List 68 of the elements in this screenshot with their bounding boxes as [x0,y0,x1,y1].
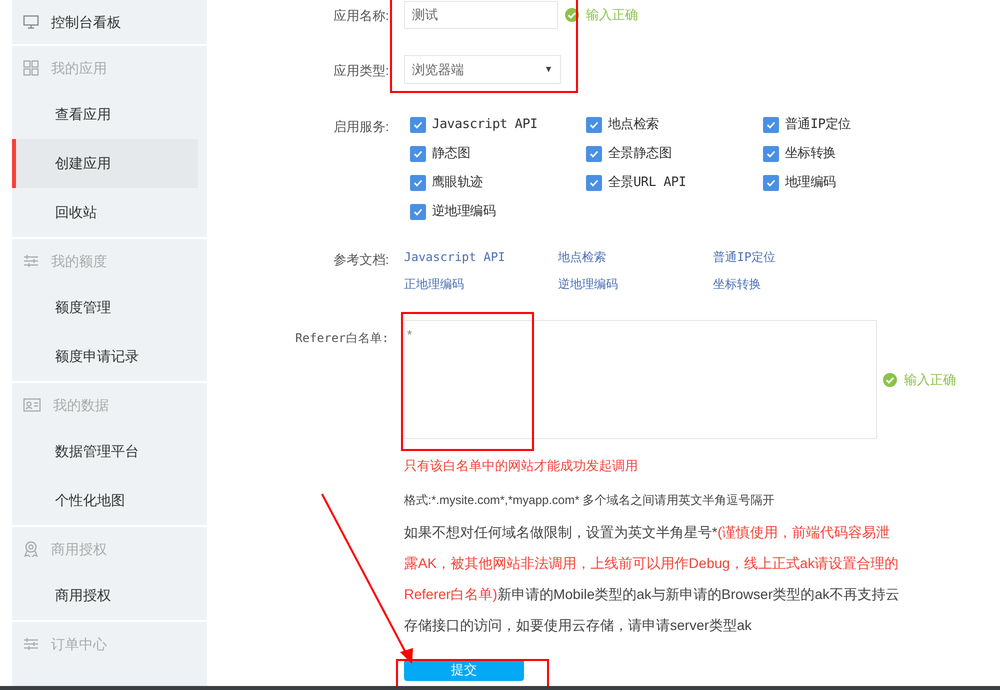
checkmark-icon [589,178,599,188]
doc-link[interactable]: Javascript API [404,248,506,266]
sidebar-item[interactable]: 回收站 [12,188,198,237]
sidebar-section-title[interactable]: 控制台看板 [51,12,121,32]
field-label: 应用类型: [333,63,389,78]
checkmark-icon [766,149,776,159]
checkbox-label: Javascript API [432,116,538,134]
instruction-paragraph: 如果不想对任何域名做限制，设置为英文半角星号*(谨慎使用，前端代码容易泄露AK，被其他网站非法调用，上线前可以用作Debug，线上正式ak请设置合理的Referer白名单)新申请的Mobile类型的ak与新申请的Browser类型的ak不再支持云存储接口的访问，如要使用云存储，请申请server类型ak [404,522,901,634]
sliders-icon [23,638,39,650]
checkmark-icon [589,149,599,159]
checkbox[interactable] [410,204,426,220]
app-type-select[interactable]: 浏览器端 ▼ [404,55,561,84]
field-label: 启用服务: [333,119,389,134]
checkbox[interactable] [763,175,779,191]
checkbox[interactable] [763,117,779,133]
validation-message: 输入正确 [904,370,956,389]
checkmark-icon [766,120,776,130]
doc-link[interactable]: 正地理编码 [404,275,464,293]
checkmark-icon [589,120,599,130]
checkbox-label: 坐标转换 [785,145,836,164]
checkbox[interactable] [586,175,602,191]
field-label: 参考文档: [333,252,389,267]
submit-button[interactable]: 提交 [404,658,524,680]
format-hint: 格式:*.mysite.com*,*myapp.com* 多个域名之间请用英文半角逗号隔开 [404,492,776,508]
checkmark-icon [413,178,423,188]
checkbox[interactable] [763,146,779,162]
sidebar-item[interactable]: 创建应用 [12,139,198,188]
success-check-icon [883,372,897,386]
checkbox[interactable] [586,146,602,162]
field-label: Referer白名单: [295,331,389,345]
checkbox[interactable] [586,117,602,133]
checkmark-icon [413,207,423,217]
checkbox-label: 地理编码 [785,174,836,192]
monitor-icon [23,15,39,29]
doc-link[interactable]: 地点检索 [558,248,606,266]
checkbox-label: 普通IP定位 [785,116,851,134]
field-label: 应用名称: [333,8,389,23]
award-icon [23,541,39,557]
doc-link[interactable]: 逆地理编码 [558,275,618,293]
checkbox[interactable] [410,175,426,191]
checkmark-icon [413,120,423,130]
grid-icon [23,60,39,76]
sidebar-item[interactable]: 额度申请记录 [12,332,198,381]
checkbox[interactable] [410,117,426,133]
sidebar-item[interactable]: 数据管理平台 [12,427,198,476]
checkbox-label: 逆地理编码 [432,203,496,222]
referer-textarea[interactable]: * [404,320,877,439]
sliders-icon [23,255,39,267]
sidebar-item[interactable]: 个性化地图 [12,476,198,525]
sidebar-item[interactable]: 商用授权 [12,571,198,620]
validation-message: 输入正确 [586,6,638,24]
checkmark-icon [766,178,776,188]
id-card-icon [23,398,41,412]
sidebar-item[interactable]: 额度管理 [12,283,198,332]
warning-text: 只有该白名单中的网站才能成功发起调用 [404,457,639,475]
checkbox[interactable] [410,146,426,162]
doc-link[interactable]: 坐标转换 [713,275,761,293]
checkmark-icon [413,149,423,159]
checkbox-label: 鹰眼轨迹 [432,174,483,192]
checkbox-label: 全景URL API [608,174,686,192]
app-name-input[interactable]: 测试 [404,1,558,29]
checkbox-label: 地点检索 [608,116,659,134]
caret-icon: ▼ [544,62,553,76]
checkbox-label: 全景静态图 [608,145,672,164]
sidebar-item[interactable]: 查看应用 [12,90,198,139]
checkbox-label: 静态图 [432,145,470,164]
success-check-icon [565,8,579,22]
doc-link[interactable]: 普通IP定位 [713,248,776,266]
